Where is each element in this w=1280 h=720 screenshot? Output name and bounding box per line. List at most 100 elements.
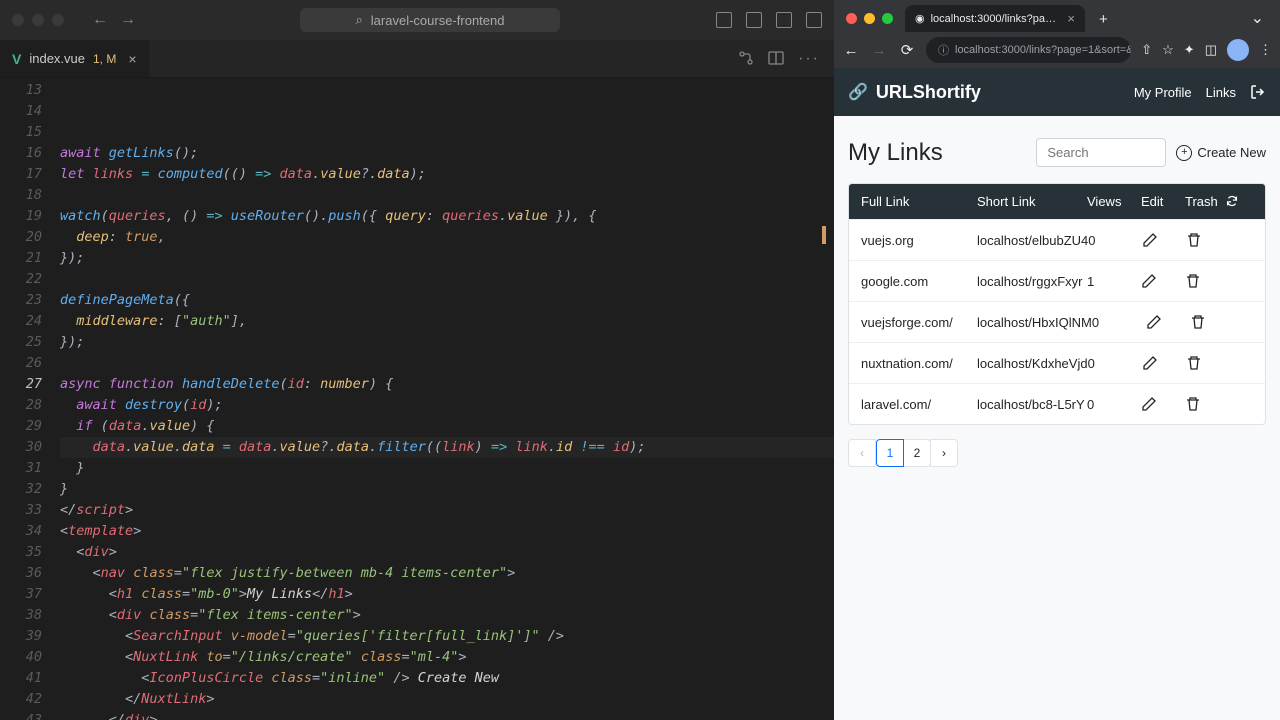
compare-icon[interactable]: [738, 50, 754, 68]
table-header: Full Link Short Link Views Edit Trash: [849, 184, 1265, 219]
forward-icon[interactable]: →: [870, 42, 888, 59]
col-full-link: Full Link: [861, 194, 977, 209]
vue-file-icon: V: [12, 51, 21, 67]
bookmark-icon[interactable]: ☆: [1162, 42, 1174, 58]
extensions-icon[interactable]: ✦: [1184, 42, 1195, 58]
page-1[interactable]: 1: [876, 439, 904, 467]
browser-chrome: ◉ localhost:3000/links?page=1& × + ⌄ ← →…: [834, 0, 1280, 68]
table-row: nuxtnation.com/localhost/KdxheVjd0: [849, 342, 1265, 383]
browser-tab[interactable]: ◉ localhost:3000/links?page=1& ×: [905, 5, 1085, 32]
logout-icon[interactable]: [1250, 84, 1266, 100]
nav-my-profile[interactable]: My Profile: [1134, 85, 1192, 100]
col-views: Views: [1087, 194, 1141, 209]
app-content: 🔗 URLShortify My Profile Links My Links …: [834, 68, 1280, 720]
col-short-link: Short Link: [977, 194, 1087, 209]
links-table: Full Link Short Link Views Edit Trash vu…: [848, 183, 1266, 425]
address-bar-row: ← → ⟳ ⓘ localhost:3000/links?page=1&sort…: [834, 32, 1280, 68]
trash-icon[interactable]: [1186, 232, 1226, 248]
panel-left-icon[interactable]: [716, 12, 732, 28]
new-tab-button[interactable]: +: [1091, 7, 1116, 32]
edit-icon[interactable]: [1142, 232, 1186, 248]
create-label: Create New: [1197, 145, 1266, 160]
cell-views: 0: [1088, 356, 1142, 371]
cell-full-link: google.com: [861, 274, 977, 289]
nav-links[interactable]: Links: [1206, 85, 1236, 100]
edit-icon[interactable]: [1142, 355, 1186, 371]
cell-short-link: localhost/HbxIQlNM: [977, 315, 1092, 330]
page-next[interactable]: ›: [930, 439, 958, 467]
page-title: My Links: [848, 139, 943, 167]
create-new-button[interactable]: + Create New: [1176, 145, 1266, 161]
panel-bottom-icon[interactable]: [746, 12, 762, 28]
tab-status: 1, M: [93, 52, 116, 66]
table-row: google.comlocalhost/rggxFxyr1: [849, 260, 1265, 301]
cell-full-link: vuejsforge.com/: [861, 315, 977, 330]
close-icon[interactable]: ×: [128, 51, 136, 67]
panel-right-icon[interactable]: [776, 12, 792, 28]
edit-icon[interactable]: [1141, 396, 1185, 412]
col-edit: Edit: [1141, 194, 1185, 209]
cell-views: 1: [1087, 274, 1141, 289]
editor-window: ← → ⌕ laravel-course-frontend V index.vu…: [0, 0, 834, 720]
address-bar[interactable]: ⓘ localhost:3000/links?page=1&sort=&filt…: [926, 37, 1131, 63]
app-main: My Links + Create New Full Link Short Li…: [834, 116, 1280, 489]
split-editor-icon[interactable]: [768, 50, 784, 68]
menu-icon[interactable]: ⋮: [1259, 42, 1272, 58]
site-info-icon[interactable]: ⓘ: [938, 42, 949, 58]
close-window-icon[interactable]: [12, 14, 24, 26]
edit-icon[interactable]: [1141, 273, 1185, 289]
cell-short-link: localhost/elbubZU4: [977, 233, 1088, 248]
brand-name: URLShortify: [876, 82, 981, 103]
page-2[interactable]: 2: [903, 439, 931, 467]
app-header: 🔗 URLShortify My Profile Links: [834, 68, 1280, 116]
layout-icon[interactable]: [806, 12, 822, 28]
chevron-down-icon[interactable]: ⌄: [1243, 4, 1272, 32]
overview-ruler-marker: [822, 226, 826, 244]
profile-avatar[interactable]: [1227, 39, 1249, 61]
browser-window: ◉ localhost:3000/links?page=1& × + ⌄ ← →…: [834, 0, 1280, 720]
more-icon[interactable]: ···: [798, 50, 820, 68]
trash-icon[interactable]: [1185, 273, 1225, 289]
search-icon: ⌕: [356, 12, 363, 28]
cell-full-link: vuejs.org: [861, 233, 977, 248]
edit-icon[interactable]: [1146, 314, 1190, 330]
side-panel-icon[interactable]: ◫: [1205, 42, 1217, 58]
close-window-icon[interactable]: [846, 13, 857, 24]
share-icon[interactable]: ⇧: [1141, 42, 1152, 58]
back-icon[interactable]: ←: [92, 11, 108, 29]
forward-icon[interactable]: →: [120, 11, 136, 29]
cell-short-link: localhost/rggxFxyr: [977, 274, 1087, 289]
trash-icon[interactable]: [1186, 355, 1226, 371]
page-prev[interactable]: ‹: [848, 439, 876, 467]
tab-bar: V index.vue 1, M × ···: [0, 40, 834, 78]
maximize-window-icon[interactable]: [882, 13, 893, 24]
line-gutter: 1314151617181920212223242526272829303132…: [0, 78, 60, 720]
editor-titlebar: ← → ⌕ laravel-course-frontend: [0, 0, 834, 40]
search-input[interactable]: [1036, 138, 1166, 167]
brand[interactable]: 🔗 URLShortify: [848, 82, 981, 103]
col-trash: Trash: [1185, 194, 1225, 209]
trash-icon[interactable]: [1185, 396, 1225, 412]
tab-filename: index.vue: [29, 51, 85, 66]
cell-short-link: localhost/KdxheVjd: [977, 356, 1088, 371]
refresh-icon[interactable]: [1225, 194, 1245, 209]
cell-full-link: nuxtnation.com/: [861, 356, 977, 371]
cell-views: 0: [1088, 233, 1142, 248]
table-row: vuejsforge.com/localhost/HbxIQlNM0: [849, 301, 1265, 342]
globe-icon: ◉: [915, 12, 925, 25]
tab-title: localhost:3000/links?page=1&: [931, 13, 1062, 25]
cell-views: 0: [1087, 397, 1141, 412]
trash-icon[interactable]: [1190, 314, 1230, 330]
code-content[interactable]: await getLinks();let links = computed(()…: [60, 78, 834, 720]
reload-icon[interactable]: ⟳: [898, 41, 916, 59]
back-icon[interactable]: ←: [842, 42, 860, 59]
table-row: vuejs.orglocalhost/elbubZU40: [849, 219, 1265, 260]
nav-arrows: ← →: [92, 11, 136, 29]
maximize-window-icon[interactable]: [52, 14, 64, 26]
close-icon[interactable]: ×: [1067, 11, 1075, 26]
minimize-window-icon[interactable]: [32, 14, 44, 26]
code-editor[interactable]: 1314151617181920212223242526272829303132…: [0, 78, 834, 720]
command-center[interactable]: ⌕ laravel-course-frontend: [300, 8, 560, 32]
tab-index-vue[interactable]: V index.vue 1, M ×: [0, 40, 149, 77]
minimize-window-icon[interactable]: [864, 13, 875, 24]
